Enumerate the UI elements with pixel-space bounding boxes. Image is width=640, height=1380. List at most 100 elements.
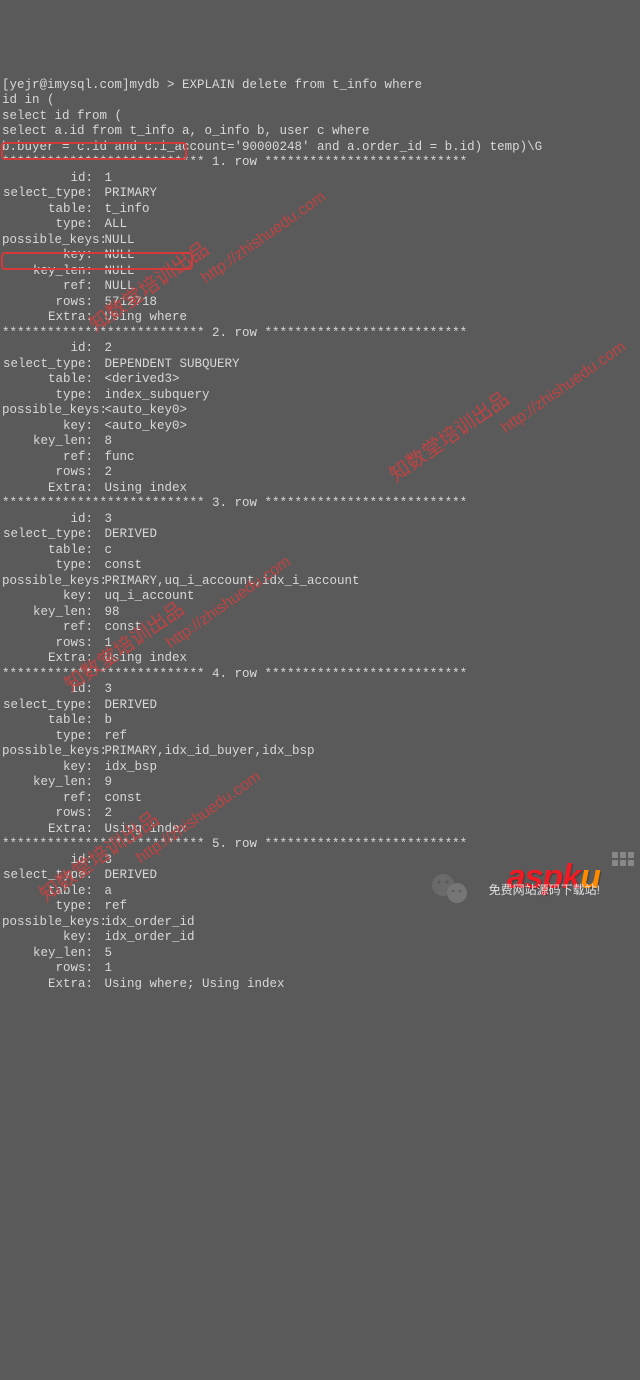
field-val-table: c	[105, 543, 113, 557]
grid-icon	[612, 852, 636, 872]
field-key-key: key:	[2, 589, 97, 605]
field-key-key: key:	[2, 248, 97, 264]
field-val-select_type: DEPENDENT SUBQUERY	[105, 357, 240, 371]
field-val-ref: func	[105, 450, 135, 464]
field-val-key: idx_bsp	[105, 760, 158, 774]
field-key-type: type:	[2, 217, 97, 233]
field-key-possible_keys: possible_keys:	[2, 744, 97, 760]
field-key-Extra: Extra:	[2, 822, 97, 838]
field-key-key_len: key_len:	[2, 605, 97, 621]
field-val-type: ref	[105, 899, 128, 913]
field-val-table: b	[105, 713, 113, 727]
field-key-type: type:	[2, 899, 97, 915]
field-key-select_type: select_type:	[2, 527, 97, 543]
field-key-id: id:	[2, 682, 97, 698]
field-key-id: id:	[2, 341, 97, 357]
field-val-select_type: DERIVED	[105, 868, 158, 882]
field-key-table: table:	[2, 543, 97, 559]
field-key-select_type: select_type:	[2, 868, 97, 884]
field-key-possible_keys: possible_keys:	[2, 403, 97, 419]
field-key-select_type: select_type:	[2, 186, 97, 202]
field-val-ref: NULL	[105, 279, 135, 293]
sql-line: select a.id from t_info a, o_info b, use…	[2, 124, 370, 138]
field-val-id: 3	[105, 512, 113, 526]
field-key-type: type:	[2, 729, 97, 745]
field-key-Extra: Extra:	[2, 651, 97, 667]
field-val-id: 3	[105, 853, 113, 867]
field-val-Extra: Using where; Using index	[105, 977, 285, 991]
field-key-table: table:	[2, 372, 97, 388]
field-val-Extra: Using index	[105, 651, 188, 665]
field-key-ref: ref:	[2, 620, 97, 636]
sql-line: b.buyer = c.id and c.i_account='90000248…	[2, 140, 542, 154]
field-val-key: uq_i_account	[105, 589, 195, 603]
field-key-table: table:	[2, 713, 97, 729]
row-separator: *************************** 2. row *****…	[2, 326, 467, 340]
field-val-Extra: Using where	[105, 310, 188, 324]
row-separator: *************************** 1. row *****…	[2, 155, 467, 169]
field-key-Extra: Extra:	[2, 977, 97, 993]
field-key-rows: rows:	[2, 465, 97, 481]
sql-line: id in (	[2, 93, 55, 107]
field-val-rows: 1	[105, 636, 113, 650]
field-key-rows: rows:	[2, 636, 97, 652]
field-val-type: const	[105, 558, 143, 572]
field-key-select_type: select_type:	[2, 357, 97, 373]
field-key-key: key:	[2, 930, 97, 946]
field-val-key_len: 5	[105, 946, 113, 960]
field-key-type: type:	[2, 558, 97, 574]
field-val-possible_keys: idx_order_id	[105, 915, 195, 929]
field-val-rows: 1	[105, 961, 113, 975]
field-key-id: id:	[2, 512, 97, 528]
field-key-rows: rows:	[2, 806, 97, 822]
sql-prompt: [yejr@imysql.com]mydb > EXPLAIN delete f…	[2, 78, 422, 92]
field-val-table: <derived3>	[105, 372, 180, 386]
field-val-key: NULL	[105, 248, 135, 262]
row-separator: *************************** 3. row *****…	[2, 496, 467, 510]
field-val-select_type: PRIMARY	[105, 186, 158, 200]
field-key-select_type: select_type:	[2, 698, 97, 714]
field-val-possible_keys: PRIMARY,uq_i_account,idx_i_account	[105, 574, 360, 588]
wechat-icon	[415, 855, 455, 890]
field-key-type: type:	[2, 388, 97, 404]
field-key-table: table:	[2, 884, 97, 900]
field-val-ref: const	[105, 620, 143, 634]
footer-logo: aspku	[490, 854, 600, 885]
field-val-table: a	[105, 884, 113, 898]
field-key-id: id:	[2, 853, 97, 869]
field-key-rows: rows:	[2, 295, 97, 311]
field-val-possible_keys: PRIMARY,idx_id_buyer,idx_bsp	[105, 744, 315, 758]
field-val-key_len: 98	[105, 605, 120, 619]
field-key-ref: ref:	[2, 450, 97, 466]
field-key-id: id:	[2, 171, 97, 187]
field-val-possible_keys: NULL	[105, 233, 135, 247]
field-key-rows: rows:	[2, 961, 97, 977]
field-key-key: key:	[2, 760, 97, 776]
field-val-possible_keys: <auto_key0>	[105, 403, 188, 417]
field-val-table: t_info	[105, 202, 150, 216]
field-key-key_len: key_len:	[2, 775, 97, 791]
field-val-rows: 5712718	[105, 295, 158, 309]
field-key-possible_keys: possible_keys:	[2, 574, 97, 590]
field-val-key_len: 8	[105, 434, 113, 448]
field-key-Extra: Extra:	[2, 310, 97, 326]
field-key-key_len: key_len:	[2, 264, 97, 280]
footer-text: 免费网站源码下载站!	[489, 883, 600, 899]
field-val-key_len: NULL	[105, 264, 135, 278]
field-val-type: ALL	[105, 217, 128, 231]
field-val-type: ref	[105, 729, 128, 743]
field-val-key: idx_order_id	[105, 930, 195, 944]
row-separator: *************************** 4. row *****…	[2, 667, 467, 681]
field-key-table: table:	[2, 202, 97, 218]
field-val-select_type: DERIVED	[105, 698, 158, 712]
field-val-rows: 2	[105, 465, 113, 479]
field-val-ref: const	[105, 791, 143, 805]
field-val-id: 1	[105, 171, 113, 185]
field-key-key_len: key_len:	[2, 434, 97, 450]
sql-line: select id from (	[2, 109, 122, 123]
field-val-key: <auto_key0>	[105, 419, 188, 433]
field-key-possible_keys: possible_keys:	[2, 233, 97, 249]
field-key-possible_keys: possible_keys:	[2, 915, 97, 931]
field-val-rows: 2	[105, 806, 113, 820]
field-val-Extra: Using index	[105, 822, 188, 836]
